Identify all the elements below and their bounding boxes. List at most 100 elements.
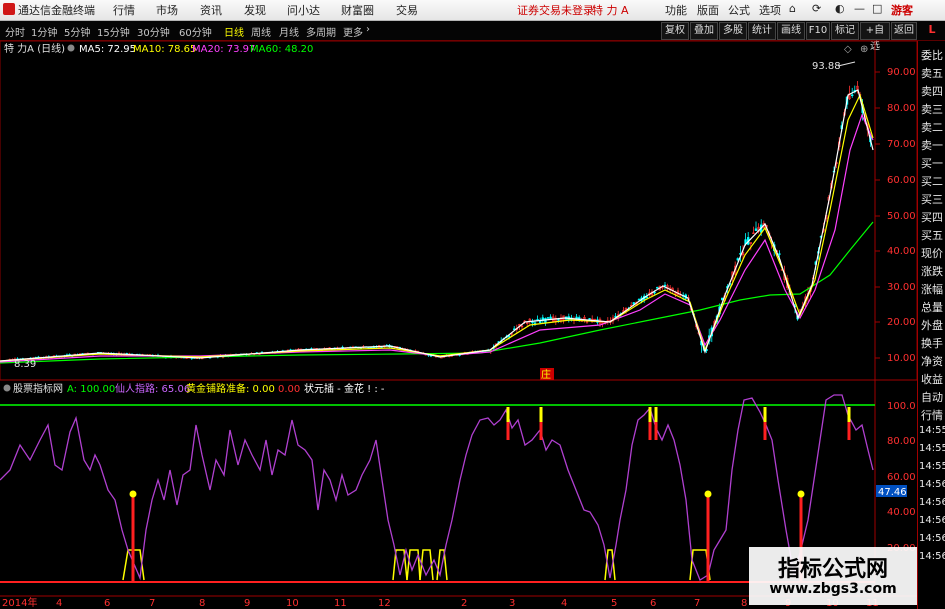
side-item: 现价 [921, 247, 943, 260]
indicator-y-axis: 100.0 80.00 60.00 40.00 20.00 [887, 401, 916, 554]
x-tick: 4 [561, 598, 567, 609]
signal-dots [129, 490, 805, 498]
side-item: 卖三 [921, 103, 943, 116]
side-item: 买四 [921, 211, 943, 224]
tick-time: 14:55 [919, 425, 945, 436]
main-y-axis: 90.00 80.00 70.00 60.00 50.00 40.00 30.0… [887, 67, 916, 364]
x-tick: 7 [149, 598, 155, 609]
site-watermark: 指标公式网 www.zbgs3.com [749, 547, 917, 605]
candlesticks [0, 81, 872, 363]
y-tick: 40.00 [887, 507, 916, 518]
ma10-line [0, 93, 874, 362]
low-price-label: 8.39 [14, 359, 36, 370]
side-item: 卖四 [921, 85, 943, 98]
y-tick: 100.0 [887, 401, 916, 412]
side-item: 净资 [921, 355, 943, 368]
x-tick: 12 [378, 598, 391, 609]
side-item: 卖五 [921, 67, 943, 80]
candle-body [778, 253, 781, 255]
x-axis: 2014年 4 6 7 8 9 10 11 12 2 3 4 5 6 7 8 9… [2, 596, 879, 609]
side-item: 换手 [921, 337, 943, 350]
y-tick: 70.00 [887, 139, 916, 150]
side-item: 收益 [921, 373, 943, 386]
x-tick: 4 [56, 598, 62, 609]
y-tick: 60.00 [887, 175, 916, 186]
y-tick: 50.00 [887, 211, 916, 222]
candle-body [736, 258, 740, 261]
side-item: 买一 [921, 157, 943, 170]
x-tick: 8 [199, 598, 205, 609]
tick-time: 14:56 [919, 497, 945, 508]
zoom-icon[interactable]: ⊕ [860, 44, 868, 55]
candle-body [754, 228, 758, 231]
x-tick: 2014年 [2, 596, 37, 609]
tick-time: 14:56 [919, 551, 945, 562]
quote-side-panel: L 委比 卖五 卖四 卖三 卖二 卖一 买一 买二 买三 买四 买五 现价 涨跌… [917, 23, 945, 609]
x-tick: 5 [611, 598, 617, 609]
candle-body [663, 284, 667, 287]
y-tick: 10.00 [887, 353, 916, 364]
y-tick: 40.00 [887, 246, 916, 257]
ma5-label: MA5: 72.95 [79, 44, 136, 55]
chart-title: 特 力A (日线) [4, 42, 65, 55]
x-tick: 7 [694, 598, 700, 609]
tick-time: 14:55 [919, 461, 945, 472]
candle-body [533, 322, 537, 324]
high-price-label: 93.88 [812, 61, 841, 72]
indicator-hjpl-label: 黄金铺路准备: 0.00 [186, 382, 275, 395]
x-tick: 6 [104, 598, 110, 609]
watermark-url: www.zbgs3.com [769, 581, 897, 597]
y-tick: 60.00 [887, 472, 916, 483]
side-item: 总量 [921, 301, 943, 314]
side-panel-header[interactable]: L [919, 23, 945, 36]
x-tick: 11 [334, 598, 347, 609]
side-item-quotes[interactable]: 行情 [919, 407, 945, 423]
candle-body [637, 299, 641, 301]
candle-body [549, 316, 552, 319]
x-tick: 10 [286, 598, 299, 609]
side-item: 外盘 [921, 319, 943, 332]
x-tick: 6 [650, 598, 656, 609]
candle-body [546, 317, 550, 319]
y-tick: 80.00 [887, 103, 916, 114]
side-item: 涨幅 [921, 283, 943, 296]
indicator-red-label: 0.00 [278, 384, 300, 395]
x-tick: 2 [461, 598, 467, 609]
side-item-auto[interactable]: 自动 [919, 389, 945, 405]
main-panel-frame [0, 40, 918, 381]
candle-body [645, 296, 649, 299]
y-tick: 80.00 [887, 436, 916, 447]
side-item: 买三 [921, 193, 943, 206]
ma20-label: MA20: 73.97 [192, 44, 255, 55]
settings-icon[interactable] [67, 44, 75, 52]
side-item: 涨跌 [921, 265, 943, 278]
kline-chart[interactable]: 特 力A (日线) MA5: 72.95 MA10: 78.65 MA20: 7… [0, 0, 945, 609]
side-item: 卖一 [921, 139, 943, 152]
y-tick: 20.00 [887, 317, 916, 328]
candle-body [653, 291, 656, 294]
indicator-settings-icon[interactable] [3, 384, 11, 392]
side-item: 卖二 [921, 121, 943, 134]
x-tick: 9 [244, 598, 250, 609]
candle-body [655, 287, 659, 289]
indicator-zyc-label: 状元插 - 金花 ! : - [304, 382, 385, 395]
diamond-icon: ◇ [844, 44, 852, 55]
x-tick: 8 [741, 598, 747, 609]
side-item: 买五 [921, 229, 943, 242]
marker-label: 庄 [541, 368, 551, 381]
indicator-a-label: A: 100.00 [67, 384, 115, 395]
tick-time: 14:55 [919, 443, 945, 454]
ma5-line [0, 89, 874, 362]
tick-time: 14:56 [919, 533, 945, 544]
current-value: 47.46 [878, 487, 907, 498]
gold-signal-bars [506, 407, 851, 422]
y-tick: 30.00 [887, 282, 916, 293]
indicator-title: 股票指标网 [13, 382, 63, 395]
y-tick: 90.00 [887, 67, 916, 78]
tick-time: 14:56 [919, 479, 945, 490]
indicator-xrzl-label: 仙人指路: 65.06 [115, 382, 190, 395]
gold-signal-boxes [122, 549, 711, 581]
tick-time: 14:56 [919, 515, 945, 526]
red-signal-bars [131, 410, 851, 582]
main-y-ticks [875, 71, 880, 359]
